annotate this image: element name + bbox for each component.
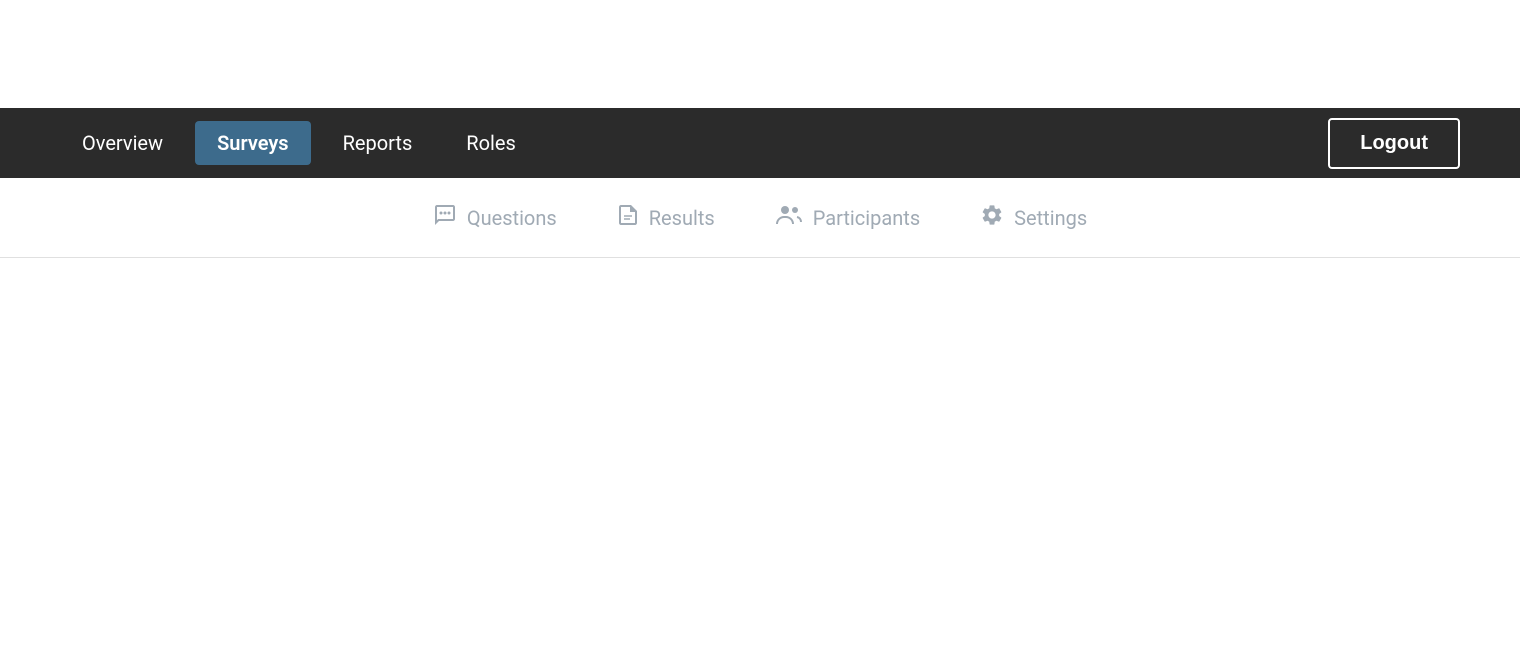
nav-item-surveys[interactable]: Surveys [195, 121, 310, 165]
nav-item-overview[interactable]: Overview [60, 121, 185, 165]
chat-bubble-icon [433, 203, 457, 233]
content-area [0, 258, 1520, 658]
document-icon [617, 203, 639, 233]
gear-icon [980, 203, 1004, 233]
nav-item-roles[interactable]: Roles [444, 121, 538, 165]
nav-item-reports[interactable]: Reports [321, 121, 435, 165]
sub-nav-item-questions[interactable]: Questions [433, 203, 557, 233]
sub-nav-label-participants: Participants [813, 206, 920, 230]
sub-nav: Questions Results Participants [0, 178, 1520, 258]
logout-button[interactable]: Logout [1328, 118, 1460, 169]
sub-nav-item-results[interactable]: Results [617, 203, 715, 233]
top-spacer [0, 0, 1520, 108]
main-nav: Overview Surveys Reports Roles Logout [0, 108, 1520, 178]
nav-left: Overview Surveys Reports Roles [60, 121, 538, 165]
sub-nav-label-results: Results [649, 206, 715, 230]
users-icon [775, 203, 803, 233]
sub-nav-item-participants[interactable]: Participants [775, 203, 920, 233]
sub-nav-label-settings: Settings [1014, 206, 1087, 230]
sub-nav-item-settings[interactable]: Settings [980, 203, 1087, 233]
sub-nav-label-questions: Questions [467, 206, 557, 230]
